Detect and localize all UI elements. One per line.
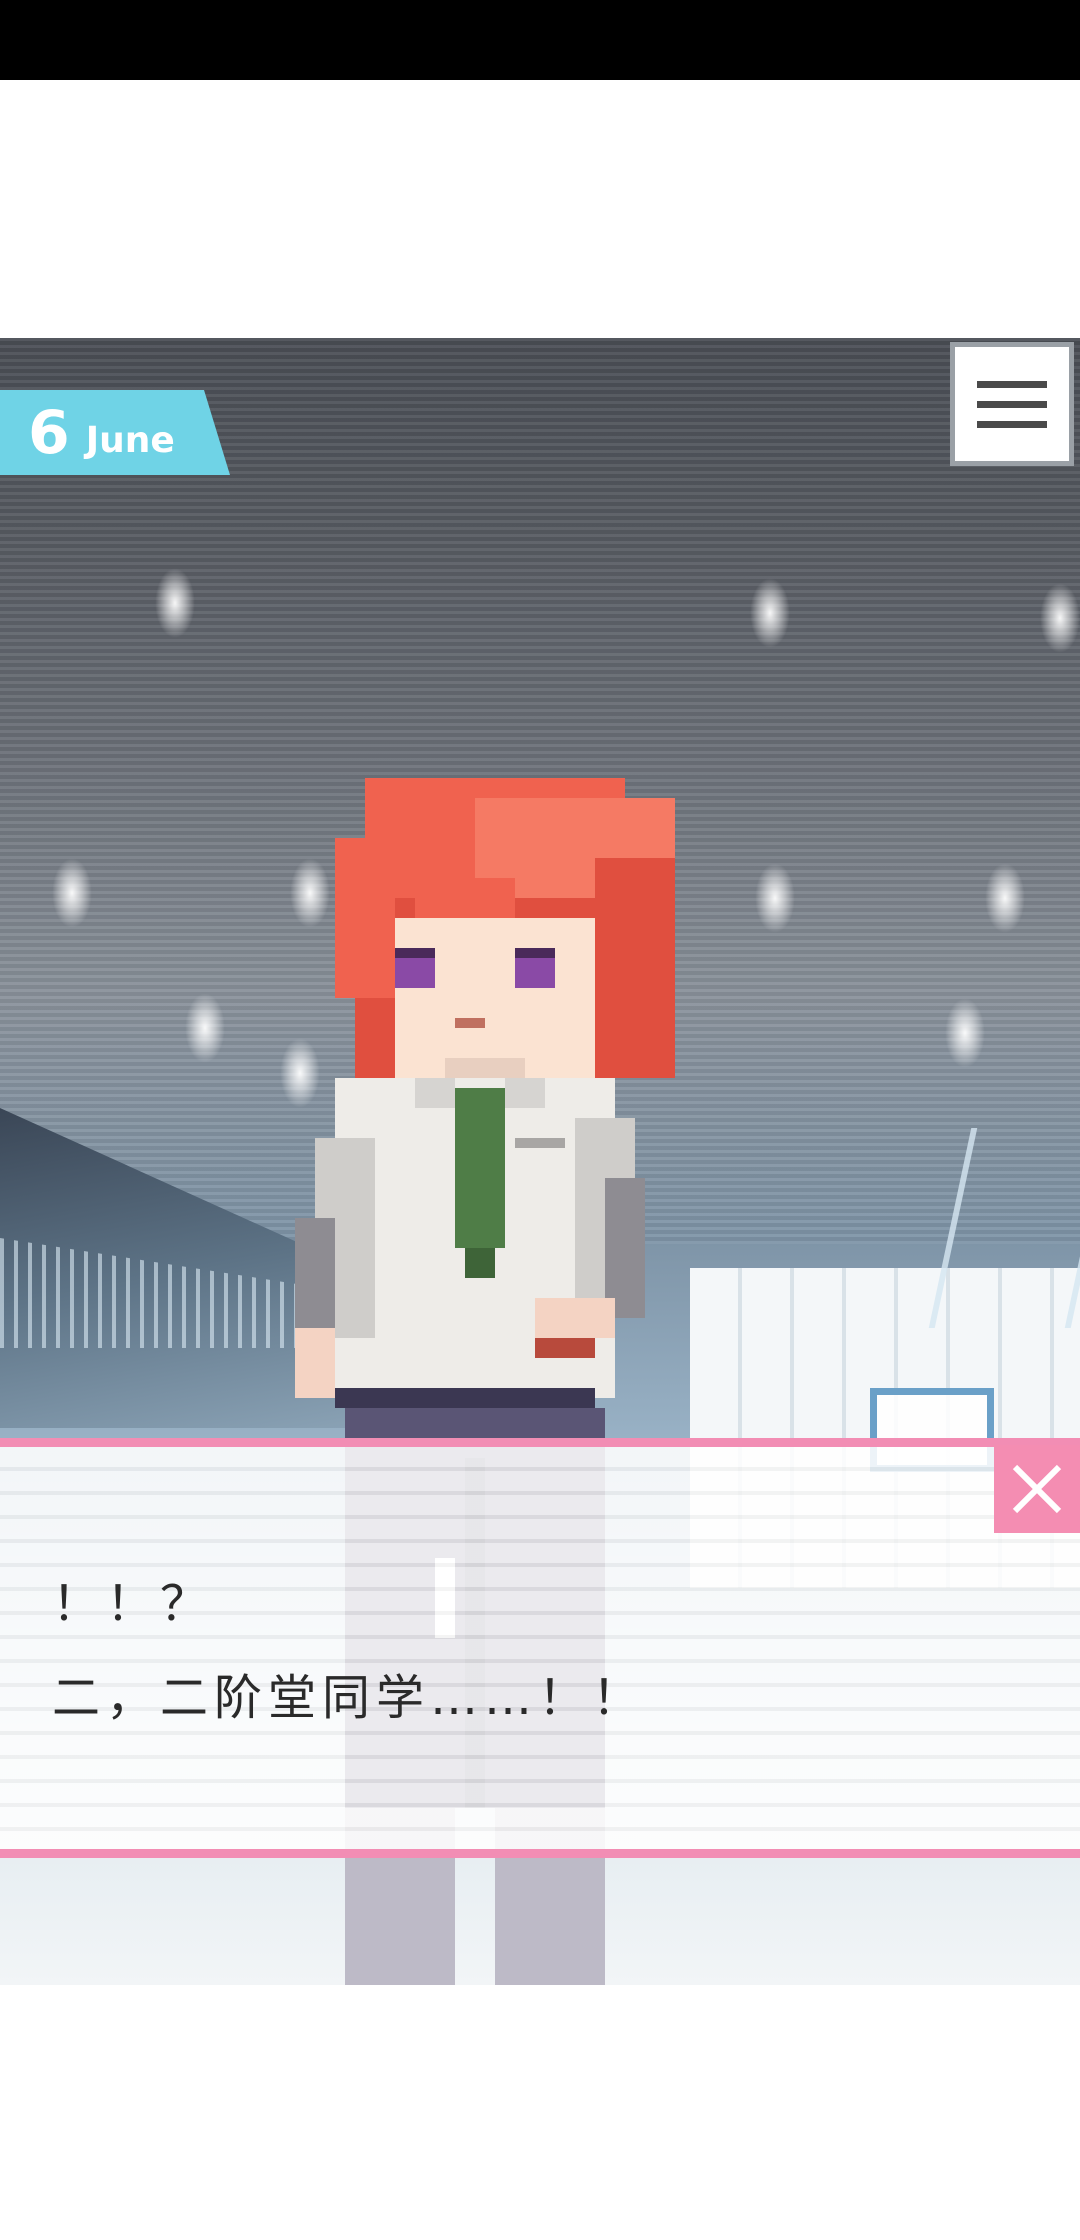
dialogue-box[interactable]: ！！？ 二，二阶堂同学……！！ xyxy=(0,1438,1080,1858)
hamburger-menu-icon xyxy=(977,400,1047,408)
ceiling-light xyxy=(52,858,92,928)
close-x-icon xyxy=(1012,1464,1062,1514)
dialogue-text: ！！？ 二，二阶堂同学……！！ xyxy=(52,1557,646,1745)
ceiling-light xyxy=(155,568,195,638)
hamburger-menu-icon xyxy=(977,420,1047,428)
ceiling-light xyxy=(750,578,790,648)
date-month: June xyxy=(85,420,175,461)
dialogue-line-1: ！！？ xyxy=(52,1576,215,1632)
close-dialogue-button[interactable] xyxy=(994,1445,1080,1533)
status-bar xyxy=(0,0,1080,80)
ceiling-light xyxy=(985,863,1025,933)
ceiling-light xyxy=(185,993,225,1063)
date-banner: 6 June xyxy=(0,390,230,475)
menu-button[interactable] xyxy=(950,342,1074,466)
hamburger-menu-icon xyxy=(977,380,1047,388)
date-day: 6 xyxy=(28,397,70,468)
ceiling-light xyxy=(945,998,985,1068)
dialogue-line-2: 二，二阶堂同学……！！ xyxy=(52,1670,647,1726)
ceiling-light xyxy=(1040,583,1080,653)
